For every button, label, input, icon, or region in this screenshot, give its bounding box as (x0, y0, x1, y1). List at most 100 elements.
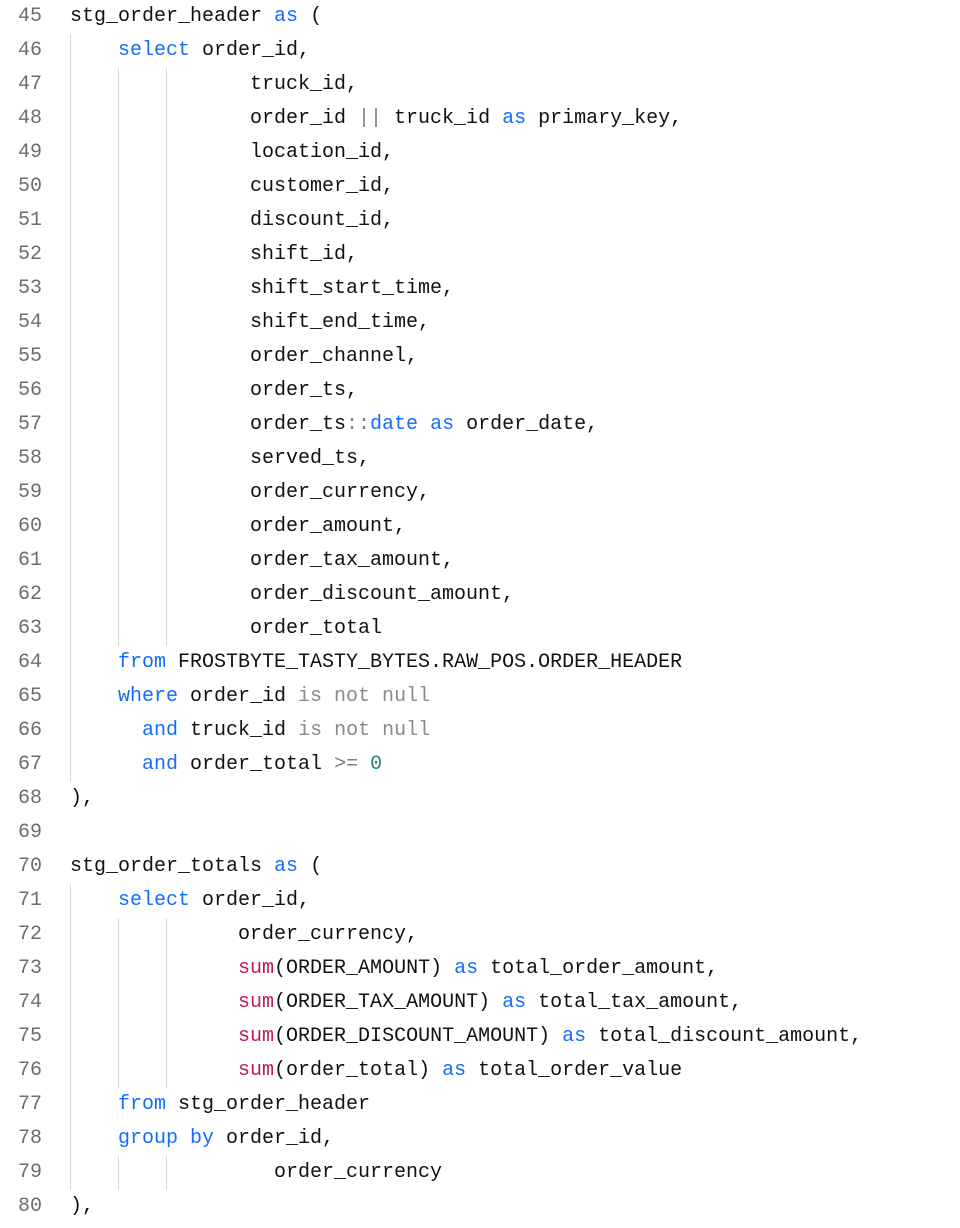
code-content[interactable]: ), (70, 1190, 94, 1224)
code-content[interactable]: from FROSTBYTE_TASTY_BYTES.RAW_POS.ORDER… (118, 646, 682, 680)
token-punc: ( (298, 855, 322, 878)
code-content[interactable]: order_ts, (214, 374, 358, 408)
code-content[interactable]: order_channel, (214, 340, 418, 374)
code-line[interactable]: 51 discount_id, (0, 204, 960, 238)
code-content[interactable]: location_id, (214, 136, 394, 170)
code-content[interactable]: from stg_order_header (118, 1088, 370, 1122)
code-content[interactable]: customer_id, (214, 170, 394, 204)
code-line[interactable]: 59 order_currency, (0, 476, 960, 510)
code-content[interactable]: shift_id, (214, 238, 358, 272)
code-content[interactable]: sum(ORDER_TAX_AMOUNT) as total_tax_amoun… (214, 986, 742, 1020)
code-line[interactable]: 49 location_id, (0, 136, 960, 170)
token-punc: , (346, 379, 358, 402)
code-line[interactable]: 62 order_discount_amount, (0, 578, 960, 612)
indent-guides (52, 782, 70, 816)
code-content[interactable]: shift_end_time, (214, 306, 430, 340)
token-id: order_currency (214, 1161, 442, 1184)
code-line[interactable]: 63 order_total (0, 612, 960, 646)
code-content[interactable]: group by order_id, (118, 1122, 334, 1156)
token-kw: from (118, 651, 166, 674)
code-content[interactable]: sum(ORDER_AMOUNT) as total_order_amount, (214, 952, 718, 986)
code-content[interactable]: select order_id, (118, 884, 310, 918)
code-line[interactable]: 48 order_id || truck_id as primary_key, (0, 102, 960, 136)
code-line[interactable]: 75 sum(ORDER_DISCOUNT_AMOUNT) as total_d… (0, 1020, 960, 1054)
code-line[interactable]: 74 sum(ORDER_TAX_AMOUNT) as total_tax_am… (0, 986, 960, 1020)
code-content[interactable]: order_tax_amount, (214, 544, 454, 578)
code-content[interactable]: discount_id, (214, 204, 394, 238)
code-content[interactable]: order_currency, (214, 918, 418, 952)
indent-guides (52, 476, 214, 510)
code-line[interactable]: 53 shift_start_time, (0, 272, 960, 306)
code-content[interactable]: stg_order_totals as ( (70, 850, 322, 884)
code-line[interactable]: 78group by order_id, (0, 1122, 960, 1156)
line-number: 75 (0, 1020, 52, 1054)
token-punc: ) (478, 991, 502, 1014)
line-number: 50 (0, 170, 52, 204)
code-line[interactable]: 57 order_ts::date as order_date, (0, 408, 960, 442)
code-line[interactable]: 66 and truck_id is not null (0, 714, 960, 748)
token-id: stg_order_header (70, 5, 274, 28)
token-punc: , (706, 957, 718, 980)
code-content[interactable]: order_currency (214, 1156, 442, 1190)
code-line[interactable]: 56 order_ts, (0, 374, 960, 408)
code-line[interactable]: 68), (0, 782, 960, 816)
code-line[interactable]: 72 order_currency, (0, 918, 960, 952)
indent-guides (52, 884, 118, 918)
code-line[interactable]: 71select order_id, (0, 884, 960, 918)
token-num: 0 (370, 753, 382, 776)
code-content[interactable]: select order_id, (118, 34, 310, 68)
line-number: 47 (0, 68, 52, 102)
code-line[interactable]: 60 order_amount, (0, 510, 960, 544)
token-id (118, 753, 142, 776)
code-content[interactable]: order_total (214, 612, 382, 646)
token-punc: ) (538, 1025, 562, 1048)
code-content[interactable]: ), (70, 782, 94, 816)
code-content[interactable]: served_ts, (214, 442, 370, 476)
code-line[interactable]: 46select order_id, (0, 34, 960, 68)
code-content[interactable]: order_amount, (214, 510, 406, 544)
code-content[interactable]: sum(ORDER_DISCOUNT_AMOUNT) as total_disc… (214, 1020, 862, 1054)
code-content[interactable]: stg_order_header as ( (70, 0, 322, 34)
code-content[interactable]: order_currency, (214, 476, 430, 510)
code-line[interactable]: 77 from stg_order_header (0, 1088, 960, 1122)
code-line[interactable]: 64from FROSTBYTE_TASTY_BYTES.RAW_POS.ORD… (0, 646, 960, 680)
code-content[interactable]: order_ts::date as order_date, (214, 408, 598, 442)
code-line[interactable]: 69 (0, 816, 960, 850)
code-line[interactable]: 70stg_order_totals as ( (0, 850, 960, 884)
token-punc: , (382, 141, 394, 164)
code-line[interactable]: 45stg_order_header as ( (0, 0, 960, 34)
token-punc: , (358, 447, 370, 470)
code-content[interactable]: and order_total >= 0 (118, 748, 382, 782)
code-line[interactable]: 76 sum(order_total) as total_order_value (0, 1054, 960, 1088)
line-number: 77 (0, 1088, 52, 1122)
code-line[interactable]: 54 shift_end_time, (0, 306, 960, 340)
code-editor[interactable]: 45stg_order_header as (46select order_id… (0, 0, 960, 1224)
token-id: order_ts (214, 413, 346, 436)
code-content[interactable]: shift_start_time, (214, 272, 454, 306)
line-number: 76 (0, 1054, 52, 1088)
code-content[interactable]: and truck_id is not null (118, 714, 430, 748)
code-line[interactable]: 61 order_tax_amount, (0, 544, 960, 578)
token-id (214, 957, 238, 980)
code-content[interactable]: order_discount_amount, (214, 578, 514, 612)
token-fn: sum (238, 991, 274, 1014)
code-line[interactable]: 79 order_currency (0, 1156, 960, 1190)
code-line[interactable]: 80), (0, 1190, 960, 1224)
code-content[interactable]: where order_id is not null (118, 680, 430, 714)
token-id: total_discount_amount (586, 1025, 850, 1048)
code-line[interactable]: 55 order_channel, (0, 340, 960, 374)
code-line[interactable]: 47 truck_id, (0, 68, 960, 102)
code-content[interactable]: order_id || truck_id as primary_key, (214, 102, 682, 136)
indent-guides (52, 1190, 70, 1224)
code-line[interactable]: 73 sum(ORDER_AMOUNT) as total_order_amou… (0, 952, 960, 986)
line-number: 65 (0, 680, 52, 714)
code-content[interactable]: sum(order_total) as total_order_value (214, 1054, 682, 1088)
code-line[interactable]: 52 shift_id, (0, 238, 960, 272)
code-line[interactable]: 65 where order_id is not null (0, 680, 960, 714)
code-content[interactable]: truck_id, (214, 68, 358, 102)
code-line[interactable]: 58 served_ts, (0, 442, 960, 476)
token-op: >= (334, 753, 358, 776)
code-line[interactable]: 50 customer_id, (0, 170, 960, 204)
token-kw: and (142, 719, 178, 742)
code-line[interactable]: 67 and order_total >= 0 (0, 748, 960, 782)
